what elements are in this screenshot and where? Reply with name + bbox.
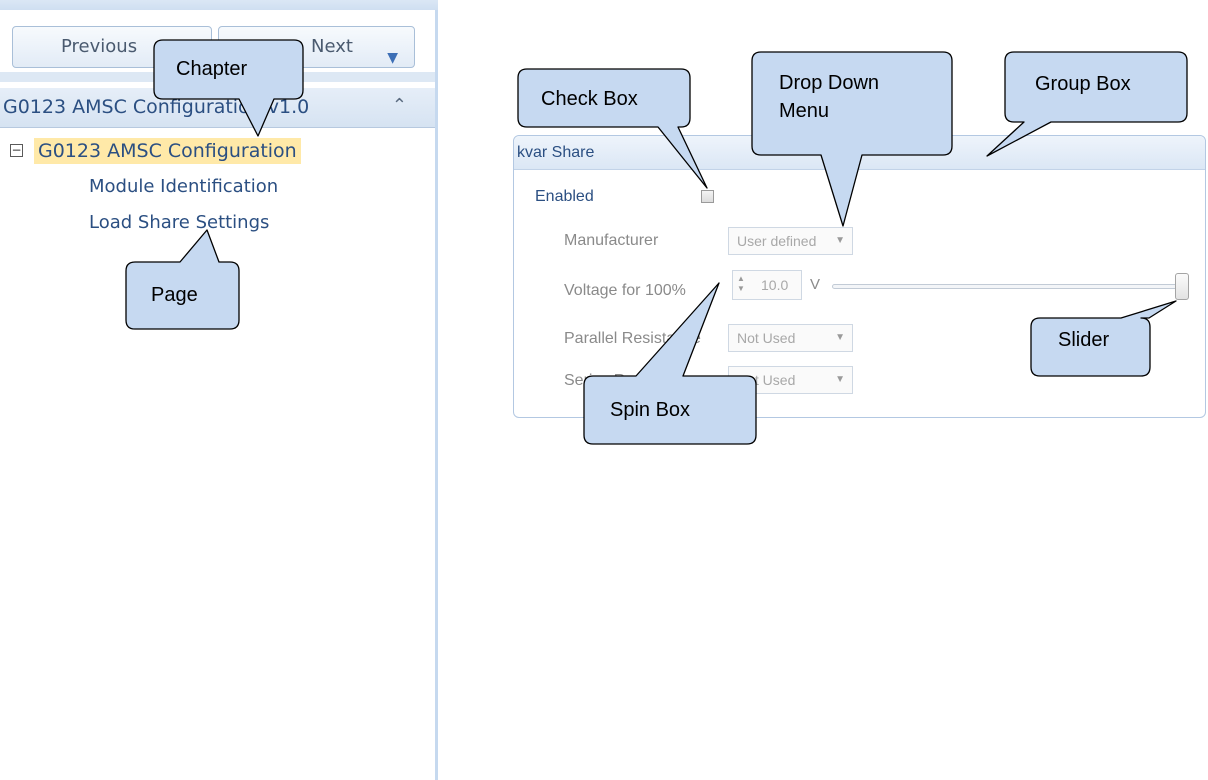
group-box-header: kvar Share — [514, 136, 1205, 170]
navigation-top-bar — [0, 0, 438, 10]
spin-box-callout-text: Spin Box — [610, 399, 691, 421]
series-resistance-dropdown[interactable]: Not Used ▼ — [728, 366, 853, 394]
voltage-slider-track[interactable] — [832, 284, 1185, 289]
dropdown-arrow-icon: ▼ — [835, 235, 845, 246]
voltage-label: Voltage for 100% — [564, 282, 686, 299]
double-chevron-up-icon[interactable]: ⌃ — [392, 95, 407, 116]
enabled-label: Enabled — [535, 188, 594, 205]
voltage-unit: V — [810, 276, 821, 293]
previous-button-label: Previous — [61, 36, 138, 57]
drop-down-callout-text-line1: Drop Down — [779, 72, 880, 94]
check-box-callout-text: Check Box — [541, 88, 638, 110]
chapter-title: G0123 AMSC Configuration v1.0 — [3, 96, 310, 118]
parallel-resistance-value: Not Used — [737, 330, 796, 346]
dropdown-arrow-icon: ▼ — [835, 332, 845, 343]
enabled-checkbox[interactable] — [701, 190, 714, 203]
series-resistance-value: Not Used — [737, 372, 796, 388]
voltage-spin-box[interactable]: ▲ ▼ 10.0 — [732, 270, 802, 300]
manufacturer-dropdown[interactable]: User defined ▼ — [728, 227, 853, 255]
slider-callout-text: Slider — [1058, 329, 1110, 351]
manufacturer-label: Manufacturer — [564, 232, 659, 249]
series-resistance-label: Series Resistance — [564, 372, 693, 389]
page-callout-text: Page — [151, 284, 198, 306]
voltage-value: 10.0 — [761, 277, 789, 293]
collapse-tree-icon[interactable]: − — [10, 144, 23, 157]
tree-page-module-identification[interactable]: Module Identification — [89, 176, 278, 197]
parallel-resistance-dropdown[interactable]: Not Used ▼ — [728, 324, 853, 352]
tree-root-label[interactable]: G0123 AMSC Configuration — [34, 138, 301, 164]
tree-page-load-share-settings[interactable]: Load Share Settings — [89, 212, 269, 233]
spin-arrows-icon[interactable]: ▲ ▼ — [737, 274, 745, 294]
voltage-slider-thumb[interactable] — [1175, 273, 1189, 300]
chapter-header[interactable]: G0123 AMSC Configuration v1.0 ⌃ — [0, 88, 435, 128]
manufacturer-value: User defined — [737, 233, 817, 249]
navigation-pane: Previous Next ▼ G0123 AMSC Configuration… — [0, 0, 438, 780]
next-button[interactable]: Next ▼ — [218, 26, 415, 68]
next-button-label: Next — [311, 36, 353, 57]
group-box-callout-text: Group Box — [1035, 73, 1131, 95]
chapter-callout-text: Chapter — [176, 58, 248, 80]
group-box-title: kvar Share — [517, 144, 595, 161]
kvar-share-group-box: kvar Share Enabled Manufacturer User def… — [513, 135, 1206, 418]
parallel-resistance-label: Parallel Resistance — [564, 330, 701, 347]
drop-down-callout-text-line2: Menu — [779, 100, 830, 122]
dropdown-arrow-icon: ▼ — [835, 374, 845, 385]
